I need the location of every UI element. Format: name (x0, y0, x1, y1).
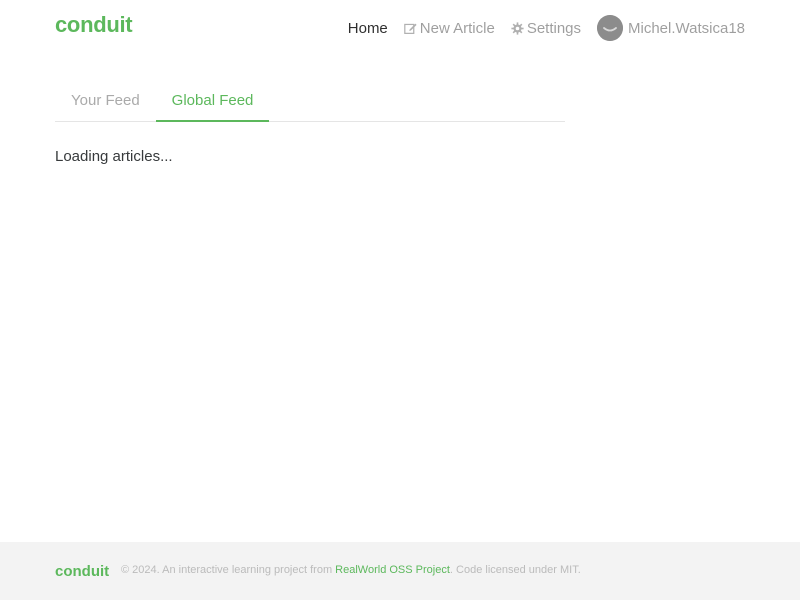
username-label: Michel.Watsica18 (628, 19, 745, 37)
settings-link[interactable]: Settings (511, 20, 581, 37)
edit-icon (403, 23, 417, 34)
new-article-label: New Article (419, 19, 495, 37)
profile-link[interactable]: Michel.Watsica18 (597, 15, 745, 41)
home-link[interactable]: Home (348, 20, 388, 37)
settings-label: Settings (526, 19, 582, 37)
nav-item-new-article: New Article (403, 19, 495, 37)
attribution: © 2024. An interactive learning project … (121, 564, 581, 576)
new-article-link[interactable]: New Article (403, 19, 495, 37)
nav-item-home: Home (348, 20, 388, 37)
nav-item-profile: Michel.Watsica18 (597, 15, 745, 41)
footer-logo[interactable]: conduit (55, 563, 109, 580)
tab-your-feed-item: Your Feed (55, 82, 156, 122)
feed-tabs: Your Feed Global Feed (55, 82, 565, 122)
tab-your-feed[interactable]: Your Feed (55, 82, 156, 122)
attribution-suffix: . Code licensed under MIT. (449, 564, 581, 576)
home-link-label: Home (347, 19, 388, 37)
realworld-link[interactable]: RealWorld OSS Project (335, 564, 450, 576)
attribution-prefix: © 2024. An interactive learning project … (121, 564, 336, 576)
nav-item-settings: Settings (511, 20, 581, 37)
gear-icon (511, 21, 524, 35)
navbar: conduit Home New Article Settings Michel… (0, 0, 800, 56)
brand-logo[interactable]: conduit (55, 12, 133, 38)
loading-message: Loading articles... (55, 148, 173, 165)
feed-toggle: Your Feed Global Feed (55, 82, 565, 122)
tab-global-feed[interactable]: Global Feed (155, 82, 270, 122)
footer: conduit © 2024. An interactive learning … (0, 542, 800, 600)
tab-global-feed-item: Global Feed (155, 82, 270, 122)
nav-links: Home New Article Settings Michel.Watsica… (332, 0, 745, 56)
avatar (597, 15, 624, 41)
